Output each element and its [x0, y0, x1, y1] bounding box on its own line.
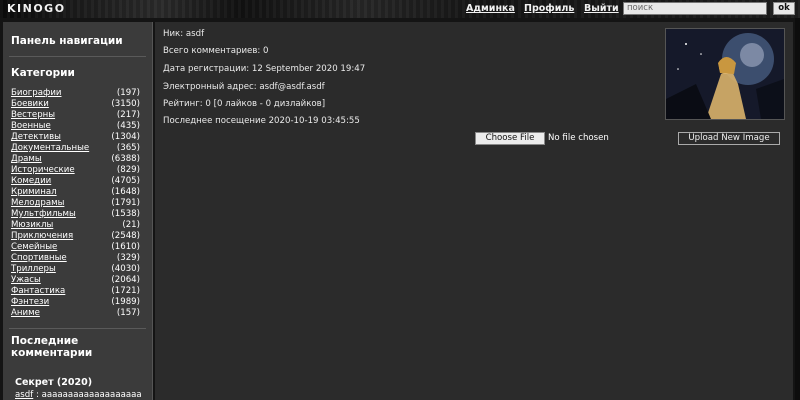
category-count: (4030)	[111, 264, 140, 274]
category-count: (829)	[116, 165, 140, 175]
category-item[interactable]: Мультфильмы (1538)	[11, 209, 145, 220]
category-link[interactable]: Драмы	[11, 154, 42, 164]
category-count: (2064)	[111, 275, 140, 285]
category-link[interactable]: Биографии	[11, 88, 62, 98]
category-link[interactable]: Фантастика	[11, 286, 65, 296]
category-count: (197)	[116, 88, 140, 98]
category-item[interactable]: Биографии (197)	[11, 88, 145, 99]
category-count: (435)	[116, 121, 140, 131]
category-count: (21)	[122, 220, 140, 230]
profile-nick: Ник: asdf	[163, 29, 205, 39]
category-count: (1721)	[111, 286, 140, 296]
category-item[interactable]: Криминал (1648)	[11, 187, 145, 198]
category-item[interactable]: Комедии (4705)	[11, 176, 145, 187]
category-link[interactable]: Криминал	[11, 187, 57, 197]
top-bar: KINOGO Админка Профиль Выйти поиск ok	[0, 0, 800, 18]
category-item[interactable]: Спортивные (329)	[11, 253, 145, 264]
category-link[interactable]: Спортивные	[11, 253, 67, 263]
category-item[interactable]: Приключения (2548)	[11, 231, 145, 242]
category-count: (157)	[116, 308, 140, 318]
category-count: (2548)	[111, 231, 140, 241]
category-item[interactable]: Исторические (829)	[11, 165, 145, 176]
category-list: Биографии (197) Боевики (3150) Вестерны (21…	[11, 88, 145, 319]
category-link[interactable]: Семейные	[11, 242, 57, 252]
admin-link[interactable]: Админка	[466, 3, 515, 14]
search-button[interactable]: ok	[773, 2, 795, 15]
category-link[interactable]: Приключения	[11, 231, 73, 241]
logout-link[interactable]: Выйти	[584, 3, 619, 14]
profile-comments-count: Всего комментариев: 0	[163, 46, 269, 56]
category-item[interactable]: Мелодрамы (1791)	[11, 198, 145, 209]
category-link[interactable]: Боевики	[11, 99, 49, 109]
category-link[interactable]: Военные	[11, 121, 51, 131]
category-count: (1304)	[111, 132, 140, 142]
file-status-text: No file chosen	[548, 133, 609, 143]
profile-rating: Рейтинг: 0 [0 лайков - 0 дизлайков]	[163, 99, 326, 109]
category-item[interactable]: Мюзиклы (21)	[11, 220, 145, 231]
profile-last-visit: Последнее посещение 2020-10-19 03:45:55	[163, 116, 360, 126]
category-link[interactable]: Мелодрамы	[11, 198, 64, 208]
category-count: (1648)	[111, 187, 140, 197]
category-item[interactable]: Драмы (6388)	[11, 154, 145, 165]
comment-separator: :	[33, 390, 42, 400]
category-link[interactable]: Вестерны	[11, 110, 55, 120]
category-count: (1538)	[111, 209, 140, 219]
comment-text: ааааааааааааааааааа	[41, 390, 142, 400]
category-link[interactable]: Исторические	[11, 165, 75, 175]
category-link[interactable]: Детективы	[11, 132, 61, 142]
category-item[interactable]: Фэнтези (1989)	[11, 297, 145, 308]
category-count: (6388)	[111, 154, 140, 164]
right-edge	[795, 18, 800, 400]
comment-movie-title[interactable]: Секрет (2020)	[15, 377, 92, 388]
recent-comments-title: Последние комментарии	[11, 335, 92, 359]
category-link[interactable]: Ужасы	[11, 275, 41, 285]
category-link[interactable]: Комедии	[11, 176, 51, 186]
category-item[interactable]: Детективы (1304)	[11, 132, 145, 143]
category-count: (1989)	[111, 297, 140, 307]
comment-line: asdf : ааааааааааааааааааа	[15, 390, 149, 400]
comment-user-link[interactable]: asdf	[15, 390, 33, 400]
search-input[interactable]: поиск	[623, 2, 767, 15]
category-item[interactable]: Аниме (157)	[11, 308, 145, 319]
category-count: (365)	[116, 143, 140, 153]
category-item[interactable]: Военные (435)	[11, 121, 145, 132]
categories-title: Категории	[11, 67, 75, 79]
category-link[interactable]: Документальные	[11, 143, 89, 153]
category-link[interactable]: Триллеры	[11, 264, 56, 274]
profile-panel: Ник: asdf Всего комментариев: 0 Дата рег…	[155, 22, 793, 400]
avatar-image	[666, 29, 784, 119]
category-count: (1610)	[111, 242, 140, 252]
profile-email: Электронный адрес: asdf@asdf.asdf	[163, 82, 325, 92]
divider	[9, 328, 146, 329]
category-link[interactable]: Аниме	[11, 308, 40, 318]
category-item[interactable]: Документальные (365)	[11, 143, 145, 154]
category-count: (217)	[116, 110, 140, 120]
divider	[9, 56, 146, 57]
category-count: (329)	[116, 253, 140, 263]
upload-image-button[interactable]: Upload New Image	[678, 132, 780, 145]
profile-link[interactable]: Профиль	[524, 3, 574, 14]
category-count: (4705)	[111, 176, 140, 186]
category-item[interactable]: Семейные (1610)	[11, 242, 145, 253]
category-item[interactable]: Триллеры (4030)	[11, 264, 145, 275]
recent-comments-title-line: комментарии	[11, 347, 93, 359]
category-count: (3150)	[111, 99, 140, 109]
category-item[interactable]: Фантастика (1721)	[11, 286, 145, 297]
category-item[interactable]: Ужасы (2064)	[11, 275, 145, 286]
category-link[interactable]: Мюзиклы	[11, 220, 53, 230]
sidebar: Панель навигации Категории Биографии (197…	[3, 22, 153, 400]
category-link[interactable]: Фэнтези	[11, 297, 49, 307]
category-link[interactable]: Мультфильмы	[11, 209, 76, 219]
category-item[interactable]: Боевики (3150)	[11, 99, 145, 110]
site-logo[interactable]: KINOGO	[7, 2, 66, 15]
category-count: (1791)	[111, 198, 140, 208]
recent-comments-title-line: Последние	[11, 335, 79, 347]
profile-registration-date: Дата регистрации: 12 September 2020 19:4…	[163, 64, 366, 74]
profile-avatar	[665, 28, 785, 120]
choose-file-button[interactable]: Choose File	[475, 132, 545, 145]
category-item[interactable]: Вестерны (217)	[11, 110, 145, 121]
nav-panel-title: Панель навигации	[11, 35, 123, 47]
